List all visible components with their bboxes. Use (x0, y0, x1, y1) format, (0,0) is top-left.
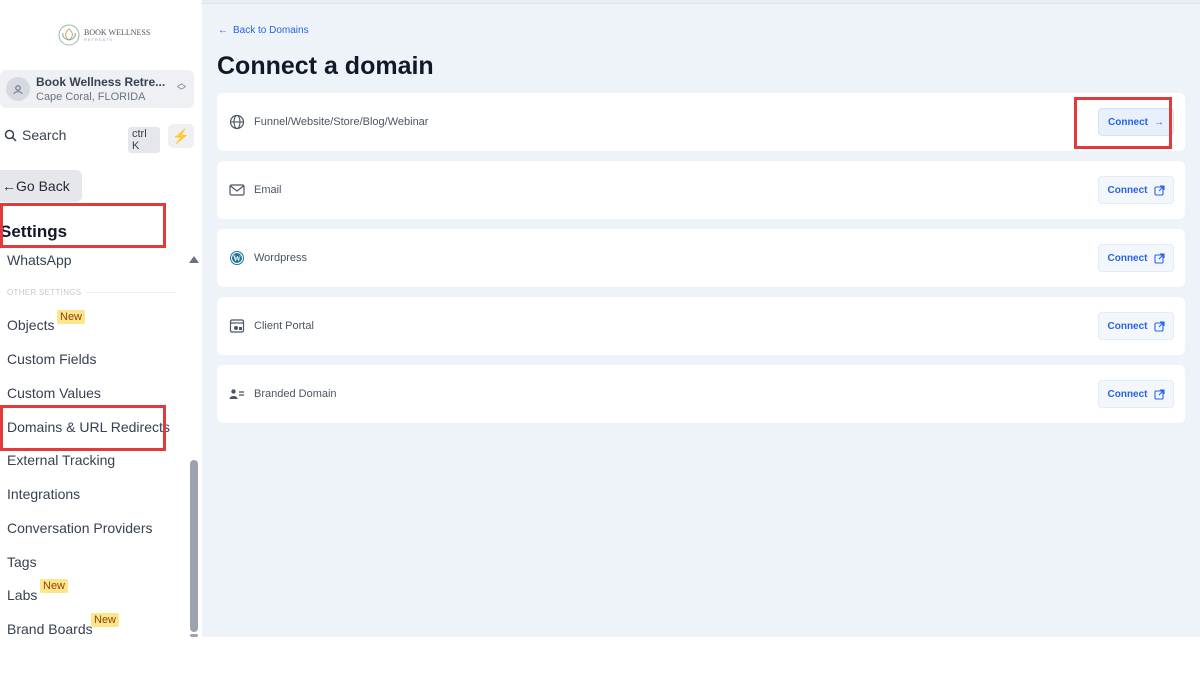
svg-text:W: W (233, 254, 241, 263)
back-to-domains-link[interactable]: ← Back to Domains (218, 25, 309, 36)
quick-actions-button[interactable]: ⚡ (168, 124, 194, 148)
connect-label: Connect (1107, 388, 1148, 400)
globe-icon (228, 113, 246, 131)
account-name: Book Wellness Retre... (36, 75, 166, 89)
card-label: Email (254, 184, 282, 196)
connect-label: Connect (1107, 320, 1148, 332)
other-settings-label: OTHER SETTINGS (7, 288, 82, 297)
sidebar-item-labs[interactable]: Labs (7, 587, 37, 603)
sidebar-item-brand-boards[interactable]: Brand Boards (7, 621, 93, 637)
connect-button-branded-domain[interactable]: Connect (1098, 380, 1174, 408)
go-back-label: Go Back (16, 178, 70, 194)
search-icon (4, 129, 17, 142)
account-location: Cape Coral, FLORIDA (36, 91, 146, 103)
top-border (202, 0, 1200, 4)
domain-card-funnel: Funnel/Website/Store/Blog/Webinar Connec… (217, 93, 1185, 151)
go-back-button[interactable]: ← Go Back (0, 170, 82, 202)
connect-label: Connect (1107, 184, 1148, 196)
domain-card-wordpress: W Wordpress Connect (217, 229, 1185, 287)
scroll-up-icon[interactable] (189, 256, 199, 263)
sidebar-item-whatsapp[interactable]: WhatsApp (7, 252, 72, 268)
lotus-logo-icon (58, 24, 80, 46)
external-link-icon (1153, 184, 1165, 196)
logo-subtext: RETREATS (84, 37, 114, 42)
card-label: Funnel/Website/Store/Blog/Webinar (254, 116, 429, 128)
highlight-connect (1074, 97, 1172, 149)
domain-card-branded-domain: Branded Domain Connect (217, 365, 1185, 423)
sidebar-scrollbar[interactable] (190, 460, 198, 632)
domain-card-email: Email Connect (217, 161, 1185, 219)
back-link-label: Back to Domains (233, 25, 309, 36)
bottom-area (202, 637, 1200, 687)
external-link-icon (1153, 252, 1165, 264)
lightning-icon: ⚡ (172, 127, 190, 144)
highlight-settings (0, 203, 166, 248)
sidebar-item-conversation-providers[interactable]: Conversation Providers (7, 520, 153, 536)
card-label: Wordpress (254, 252, 307, 264)
arrow-left-icon: ← (2, 178, 16, 194)
search-shortcut: ctrl K (128, 127, 160, 153)
account-switcher[interactable]: Book Wellness Retre... Cape Coral, FLORI… (0, 70, 194, 108)
scrollbar-end (190, 634, 198, 637)
sidebar-item-custom-fields[interactable]: Custom Fields (7, 351, 96, 367)
new-badge: New (40, 579, 69, 593)
card-label: Client Portal (254, 320, 314, 332)
card-label: Branded Domain (254, 388, 337, 400)
external-link-icon (1153, 320, 1165, 332)
mail-icon (228, 181, 246, 199)
main-content: ← Back to Domains Connect a domain Funne… (202, 0, 1200, 637)
connect-button-wordpress[interactable]: Connect (1098, 244, 1174, 272)
chevron-up-down-icon: ︿ ﹀ (176, 78, 186, 96)
sidebar-item-external-tracking[interactable]: External Tracking (7, 452, 115, 468)
portal-icon (228, 317, 246, 335)
search-button[interactable]: Search ctrl K (4, 124, 160, 153)
new-badge: New (91, 613, 120, 627)
connect-button-client-portal[interactable]: Connect (1098, 312, 1174, 340)
search-label: Search (22, 127, 67, 143)
arrow-left-icon: ← (218, 25, 228, 36)
domain-card-client-portal: Client Portal Connect (217, 297, 1185, 355)
sidebar-item-tags[interactable]: Tags (7, 554, 37, 570)
branded-domain-icon (228, 385, 246, 403)
sidebar-item-objects[interactable]: Objects (7, 317, 54, 333)
location-pin-icon (6, 77, 30, 101)
sidebar-item-integrations[interactable]: Integrations (7, 486, 80, 502)
brand-logo[interactable]: BOOK WELLNESS RETREATS (58, 24, 150, 46)
sidebar: BOOK WELLNESS RETREATS Book Wellness Ret… (0, 0, 202, 687)
new-badge: New (57, 310, 86, 324)
divider (86, 292, 176, 293)
connect-button-email[interactable]: Connect (1098, 176, 1174, 204)
connect-label: Connect (1107, 252, 1148, 264)
external-link-icon (1153, 388, 1165, 400)
highlight-domains (0, 405, 166, 451)
sidebar-item-custom-values[interactable]: Custom Values (7, 385, 101, 401)
page-title: Connect a domain (217, 52, 434, 80)
wordpress-icon: W (228, 249, 246, 267)
logo-text: BOOK WELLNESS (84, 28, 151, 37)
